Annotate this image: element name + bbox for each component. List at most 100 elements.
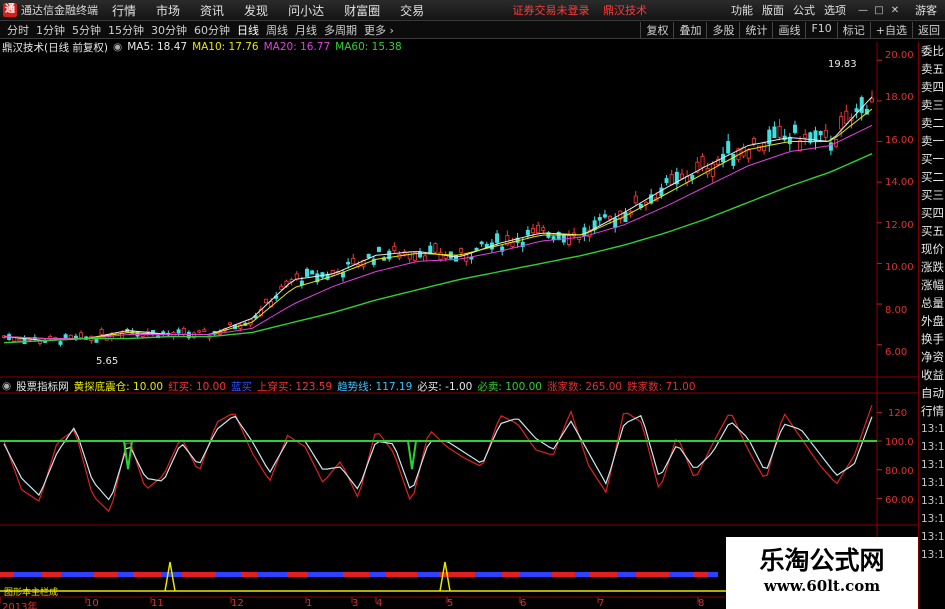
ma5-label: MA5: 18.47 <box>127 41 188 53</box>
red-buy-band-segment <box>589 572 617 577</box>
indicator-tick: 120 <box>888 408 908 419</box>
candlestick-body <box>566 235 571 245</box>
blue-buy-band-segment <box>308 572 343 577</box>
price-tick: 14.00 <box>885 177 914 188</box>
blue-buy-band-segment <box>417 572 439 577</box>
blue-buy-band-segment <box>575 572 589 577</box>
candlestick-body <box>777 125 782 138</box>
date-tick: 8 <box>698 598 705 609</box>
ma10-label: MA10: 17.76 <box>192 41 259 53</box>
high-price-annotation: 19.83 <box>828 59 857 70</box>
red-buy-band-segment <box>42 572 61 577</box>
panel-ask2: 卖二 <box>921 116 944 130</box>
candlestick-body <box>818 131 823 136</box>
candlestick-body <box>751 138 756 145</box>
panel-outer-volume: 外盘 <box>921 314 944 328</box>
candlestick-body <box>392 245 397 252</box>
candlestick-body <box>746 149 751 159</box>
cross-buy-label: 上穿买: 123.59 <box>257 380 333 393</box>
panel-bid1: 买一 <box>921 152 944 166</box>
price-tick: 20.00 <box>885 50 914 61</box>
candlestick-body <box>376 246 381 252</box>
candlestick-body <box>459 248 464 253</box>
must-buy-label: 必买: -1.00 <box>417 380 473 393</box>
settings-circle-icon[interactable]: ◉ <box>113 41 122 53</box>
panel-tick-time: 13:11 <box>921 477 945 489</box>
indicator-name: 股票指标网 <box>16 380 69 393</box>
red-buy-band-segment <box>0 572 14 577</box>
date-tick: 4 <box>376 598 383 609</box>
candlestick-body <box>700 155 705 168</box>
candlestick-body <box>305 268 310 277</box>
date-tick: 6 <box>520 598 527 609</box>
blue-buy-band-segment <box>216 572 241 577</box>
settings-circle-icon[interactable]: ◉ <box>2 380 11 392</box>
candlestick-body <box>418 251 423 258</box>
candlestick-body <box>407 251 412 260</box>
blue-buy-band-segment <box>669 572 693 577</box>
candlestick-body <box>525 229 530 236</box>
candlestick-body <box>351 257 356 265</box>
candlestick-body <box>227 322 232 325</box>
blue-buy-band-segment <box>257 572 287 577</box>
low-price-annotation: 5.65 <box>96 356 119 367</box>
panel-ask3: 卖三 <box>921 98 944 112</box>
cross-buy-line <box>3 404 873 513</box>
candlestick-body <box>197 330 202 333</box>
bottom-caption: 图形本主栏成 <box>4 588 59 598</box>
blue-buy-band-segment <box>369 572 386 577</box>
candlestick-body <box>839 116 844 130</box>
candlestick-body <box>176 329 181 334</box>
quote-side-panel[interactable]: 委比 卖五 卖四 卖三 卖二 卖一 买一 买二 买三 买四 买五 现价 涨跌 涨… <box>918 42 945 609</box>
blue-buy-band-segment <box>118 572 133 577</box>
red-buy-band-segment <box>502 572 520 577</box>
candlestick-body <box>263 298 268 304</box>
red-buy-band-segment <box>133 572 162 577</box>
candlestick-body <box>608 215 613 220</box>
candlestick-body <box>68 334 73 339</box>
stock-title: 鼎汉技术(日线 前复权) <box>2 41 109 54</box>
candlestick-body <box>602 214 607 218</box>
panel-bid4: 买四 <box>921 206 944 220</box>
panel-turnover: 换手 <box>921 332 944 346</box>
red-buy-band-segment <box>693 572 708 577</box>
panel-tick-time: 13:11 <box>921 531 945 543</box>
candlestick-body <box>669 174 674 186</box>
panel-bid2: 买二 <box>921 170 944 184</box>
main-chart-header: 鼎汉技术(日线 前复权) ◉ MA5: 18.47 MA10: 17.76 MA… <box>0 40 407 54</box>
must-sell-signal-spike <box>407 440 417 470</box>
candlestick-body <box>844 110 849 124</box>
date-tick: 2013年 <box>2 602 38 609</box>
indicator-tick: 100.0 <box>885 437 914 448</box>
panel-earnings: 收益 <box>921 368 944 382</box>
blue-buy-band-segment <box>617 572 636 577</box>
ma-line-ma60 <box>3 153 873 344</box>
red-buy-band-segment <box>182 572 216 577</box>
candlestick-body <box>495 233 500 243</box>
ma-line-ma20 <box>3 124 873 340</box>
candlestick-body <box>536 224 541 234</box>
panel-ask4: 卖四 <box>921 80 944 94</box>
watermark-title: 乐淘公式网 <box>759 546 885 575</box>
date-tick: 1 <box>306 598 313 609</box>
must-sell-label: 必卖: 100.00 <box>477 380 542 393</box>
chart-canvas[interactable] <box>0 0 945 609</box>
price-tick: 10.00 <box>885 262 914 273</box>
candlestick-body <box>423 255 428 262</box>
candlestick-body <box>859 97 864 113</box>
date-tick: 7 <box>598 598 605 609</box>
candlestick-body <box>582 227 587 237</box>
panel-tick-time: 13:11 <box>921 423 945 435</box>
candlestick-body <box>792 124 797 133</box>
trend-line-label: 趋势线: 117.19 <box>337 380 413 393</box>
candlestick-body <box>474 247 479 251</box>
price-tick: 12.00 <box>885 220 914 231</box>
date-tick: 11 <box>151 598 164 609</box>
price-tick: 8.00 <box>885 305 908 316</box>
red-buy-band-segment <box>386 572 417 577</box>
panel-net-assets: 净资 <box>921 350 944 364</box>
ma-line-ma5 <box>3 96 873 342</box>
indicator-tick: 80.00 <box>885 466 914 477</box>
blue-buy-band-segment <box>475 572 502 577</box>
ma20-label: MA20: 16.77 <box>263 41 331 53</box>
